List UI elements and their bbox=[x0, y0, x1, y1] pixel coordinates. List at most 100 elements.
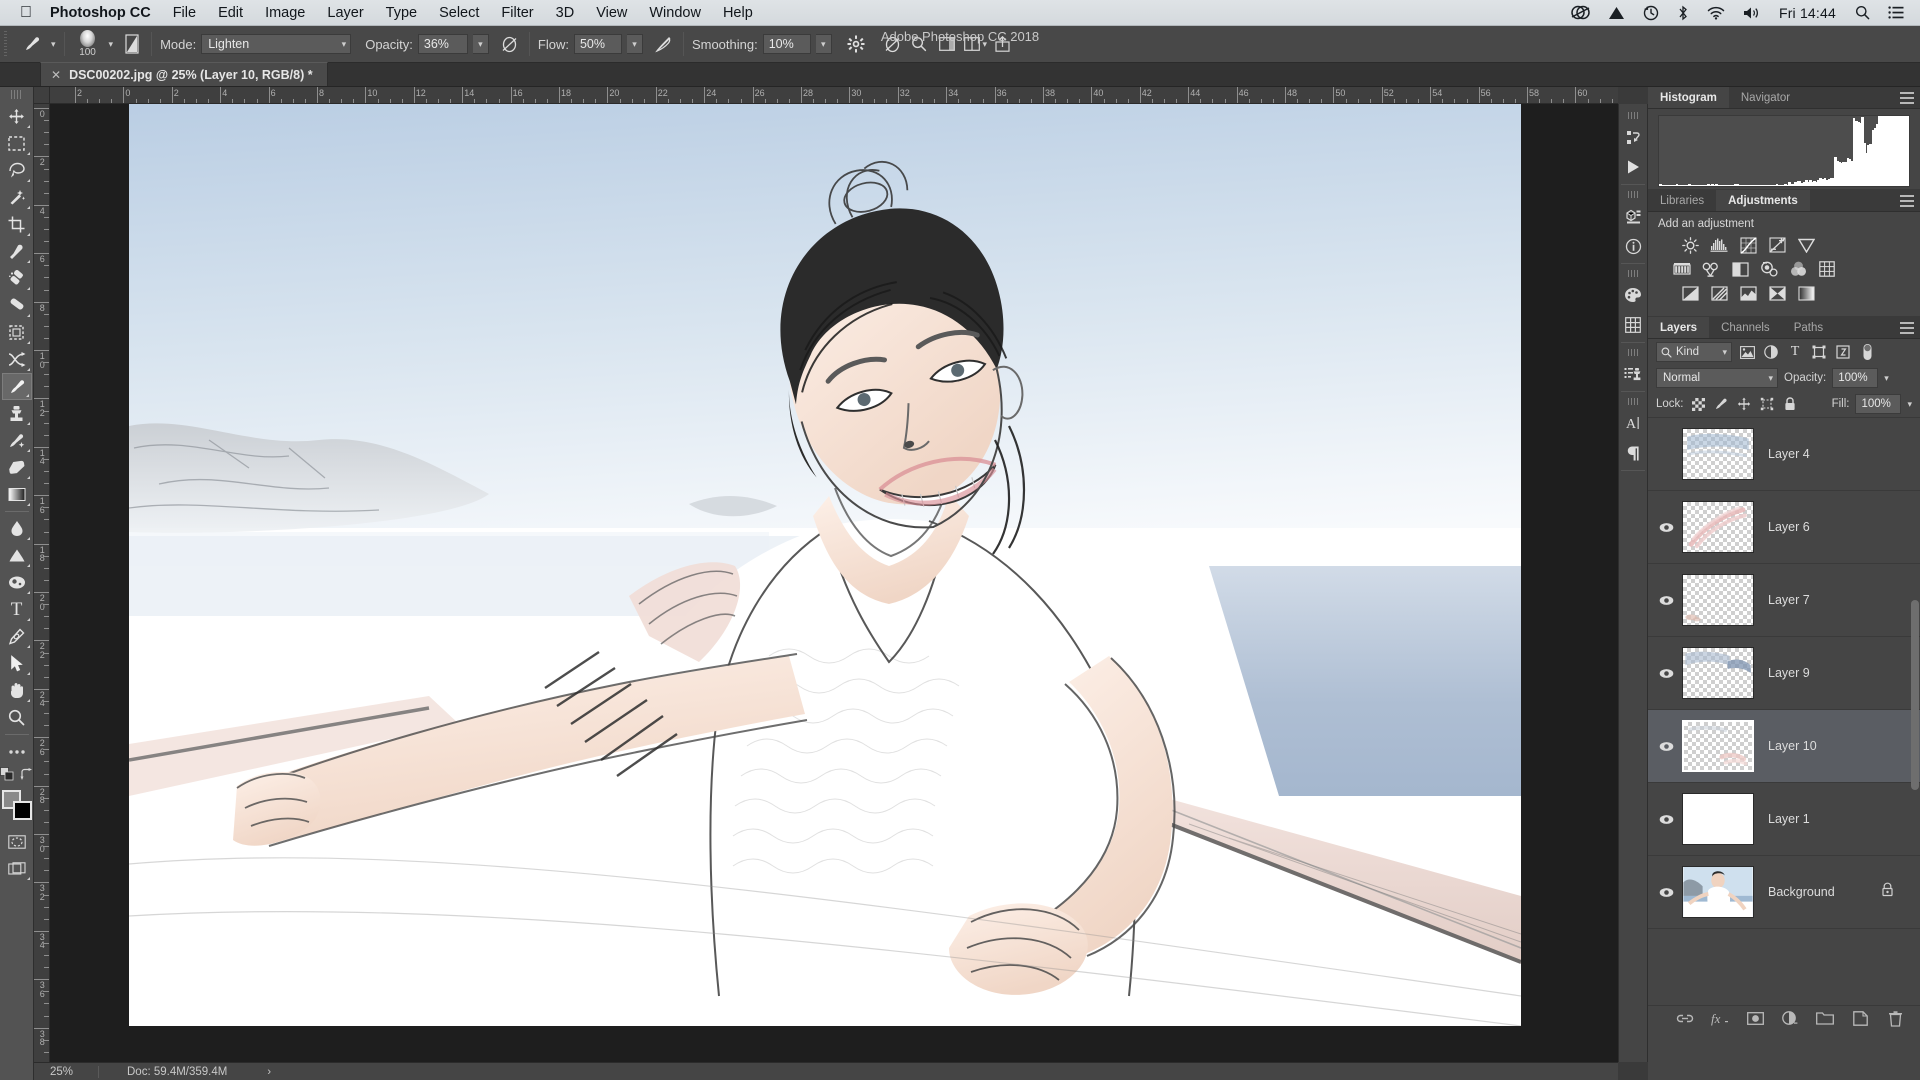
brush-tool-preset-caret[interactable]: ▾ bbox=[51, 39, 56, 50]
tab-layers[interactable]: Layers bbox=[1648, 317, 1709, 338]
eraser-tool[interactable] bbox=[2, 454, 32, 481]
curves-icon[interactable] bbox=[1738, 236, 1758, 254]
opacity-stepper[interactable]: ▾ bbox=[473, 34, 489, 54]
dodge-tool[interactable] bbox=[2, 542, 32, 569]
delete-layer-icon[interactable] bbox=[1886, 1010, 1904, 1028]
threshold-icon[interactable] bbox=[1738, 284, 1758, 302]
layer-name[interactable]: Layer 1 bbox=[1768, 812, 1810, 826]
pen-tool[interactable] bbox=[2, 623, 32, 650]
invert-icon[interactable] bbox=[1680, 284, 1700, 302]
selective-color-icon[interactable] bbox=[1767, 284, 1787, 302]
smoothing-stepper[interactable]: ▾ bbox=[816, 34, 832, 54]
quick-mask-mode-icon[interactable] bbox=[2, 828, 32, 855]
gradient-map-icon[interactable] bbox=[1796, 284, 1816, 302]
menu-item-type[interactable]: Type bbox=[375, 5, 428, 21]
lock-transparent-pixels-icon[interactable] bbox=[1690, 396, 1707, 413]
tab-histogram[interactable]: Histogram bbox=[1648, 87, 1729, 108]
ruler-corner[interactable] bbox=[34, 87, 50, 104]
menu-item-select[interactable]: Select bbox=[428, 5, 490, 21]
time-machine-icon[interactable] bbox=[1634, 0, 1668, 26]
layer-name[interactable]: Layer 10 bbox=[1768, 739, 1817, 753]
gradient-tool[interactable] bbox=[2, 481, 32, 508]
move-tool[interactable] bbox=[2, 103, 32, 130]
status-expand-arrow-icon[interactable]: › bbox=[267, 1066, 271, 1078]
type-tool[interactable]: T bbox=[2, 596, 32, 623]
status-zoom-level[interactable]: 25% bbox=[34, 1066, 98, 1078]
layer-thumbnail[interactable] bbox=[1682, 793, 1754, 845]
layer-thumbnail[interactable] bbox=[1682, 501, 1754, 553]
table-row[interactable]: Layer 10 bbox=[1648, 710, 1920, 783]
opacity-input[interactable]: 36% bbox=[418, 34, 468, 54]
tablet-pressure-size-icon[interactable] bbox=[882, 36, 904, 53]
vibrance-icon[interactable] bbox=[1796, 236, 1816, 254]
search-icon[interactable] bbox=[904, 36, 934, 52]
flow-stepper[interactable]: ▾ bbox=[627, 34, 643, 54]
filter-adjustment-icon[interactable] bbox=[1762, 343, 1780, 361]
menu-item-help[interactable]: Help bbox=[712, 5, 764, 21]
table-row[interactable]: Layer 7 bbox=[1648, 564, 1920, 637]
tools-panel-grip[interactable] bbox=[11, 90, 22, 99]
workspace-switcher-icon[interactable] bbox=[934, 37, 960, 51]
brush-preset-picker-caret[interactable]: ▾ bbox=[109, 39, 114, 50]
tablet-pressure-opacity-icon[interactable] bbox=[499, 36, 521, 53]
layer-fill-stepper[interactable]: ▾ bbox=[1907, 399, 1912, 410]
menu-item-layer[interactable]: Layer bbox=[316, 5, 374, 21]
layer-opacity-input[interactable]: 100% bbox=[1832, 368, 1878, 388]
zoom-tool[interactable] bbox=[2, 704, 32, 731]
brightness-contrast-icon[interactable] bbox=[1680, 236, 1700, 254]
clone-stamp-tool[interactable] bbox=[2, 400, 32, 427]
new-adjustment-layer-icon[interactable] bbox=[1781, 1010, 1799, 1028]
layer-visibility-toggle[interactable] bbox=[1654, 522, 1678, 533]
lasso-tool[interactable] bbox=[2, 157, 32, 184]
dock-grip-4[interactable] bbox=[1628, 349, 1639, 356]
black-white-icon[interactable] bbox=[1730, 260, 1750, 278]
path-selection-tool[interactable] bbox=[2, 650, 32, 677]
table-row[interactable]: Layer 4 bbox=[1648, 418, 1920, 491]
document-tab[interactable]: ✕ DSC00202.jpg @ 25% (Layer 10, RGB/8) * bbox=[40, 62, 328, 86]
layer-name[interactable]: Background bbox=[1768, 885, 1835, 899]
link-layers-icon[interactable] bbox=[1676, 1010, 1694, 1028]
filter-type-icon[interactable]: T bbox=[1786, 343, 1804, 361]
layer-style-fx-icon[interactable]: fx bbox=[1711, 1010, 1729, 1028]
share-icon[interactable] bbox=[992, 36, 1026, 52]
table-row[interactable]: Layer 6 bbox=[1648, 491, 1920, 564]
layer-thumbnail[interactable] bbox=[1682, 574, 1754, 626]
menu-item-window[interactable]: Window bbox=[638, 5, 712, 21]
table-row[interactable]: Background bbox=[1648, 856, 1920, 929]
paragraph-panel-icon[interactable] bbox=[1619, 438, 1647, 468]
tab-paths[interactable]: Paths bbox=[1782, 317, 1835, 338]
color-swatches[interactable] bbox=[2, 790, 32, 820]
menu-item-filter[interactable]: Filter bbox=[490, 5, 544, 21]
apple-icon[interactable]:  bbox=[0, 5, 46, 21]
dock-grip-5[interactable] bbox=[1628, 398, 1639, 405]
hand-tool[interactable] bbox=[2, 677, 32, 704]
menu-app-name[interactable]: Photoshop CC bbox=[46, 5, 162, 21]
menubar-clock[interactable]: Fri 14:44 bbox=[1769, 5, 1846, 21]
airbrush-icon[interactable] bbox=[653, 36, 675, 53]
crop-tool[interactable] bbox=[2, 211, 32, 238]
screen-mode-icon[interactable] bbox=[2, 855, 32, 882]
brush-size-preview[interactable]: 100 bbox=[73, 30, 103, 58]
lock-all-icon[interactable] bbox=[1782, 396, 1799, 413]
play-icon[interactable] bbox=[1619, 152, 1647, 182]
layer-name[interactable]: Layer 6 bbox=[1768, 520, 1810, 534]
tab-navigator[interactable]: Navigator bbox=[1729, 87, 1802, 108]
frame-tool[interactable] bbox=[2, 319, 32, 346]
channel-mixer-icon[interactable] bbox=[1788, 260, 1808, 278]
layer-list-scrollbar[interactable] bbox=[1911, 600, 1919, 790]
dock-grip[interactable] bbox=[1628, 112, 1639, 119]
levels-icon[interactable] bbox=[1709, 236, 1729, 254]
edit-toolbar-tool[interactable] bbox=[2, 738, 32, 765]
panel-menu-icon[interactable] bbox=[1900, 195, 1914, 207]
layer-fill-input[interactable]: 100% bbox=[1855, 394, 1901, 414]
histogram-body[interactable] bbox=[1648, 109, 1920, 189]
default-colors-icon[interactable] bbox=[0, 767, 14, 786]
layer-name[interactable]: Layer 4 bbox=[1768, 447, 1810, 461]
layer-visibility-toggle[interactable] bbox=[1654, 595, 1678, 606]
options-bar-grip[interactable] bbox=[4, 31, 15, 57]
filter-pixel-icon[interactable] bbox=[1738, 343, 1756, 361]
menu-item-edit[interactable]: Edit bbox=[207, 5, 254, 21]
layer-visibility-toggle[interactable] bbox=[1654, 814, 1678, 825]
hue-saturation-icon[interactable] bbox=[1672, 260, 1692, 278]
eyedropper-tool[interactable] bbox=[2, 238, 32, 265]
